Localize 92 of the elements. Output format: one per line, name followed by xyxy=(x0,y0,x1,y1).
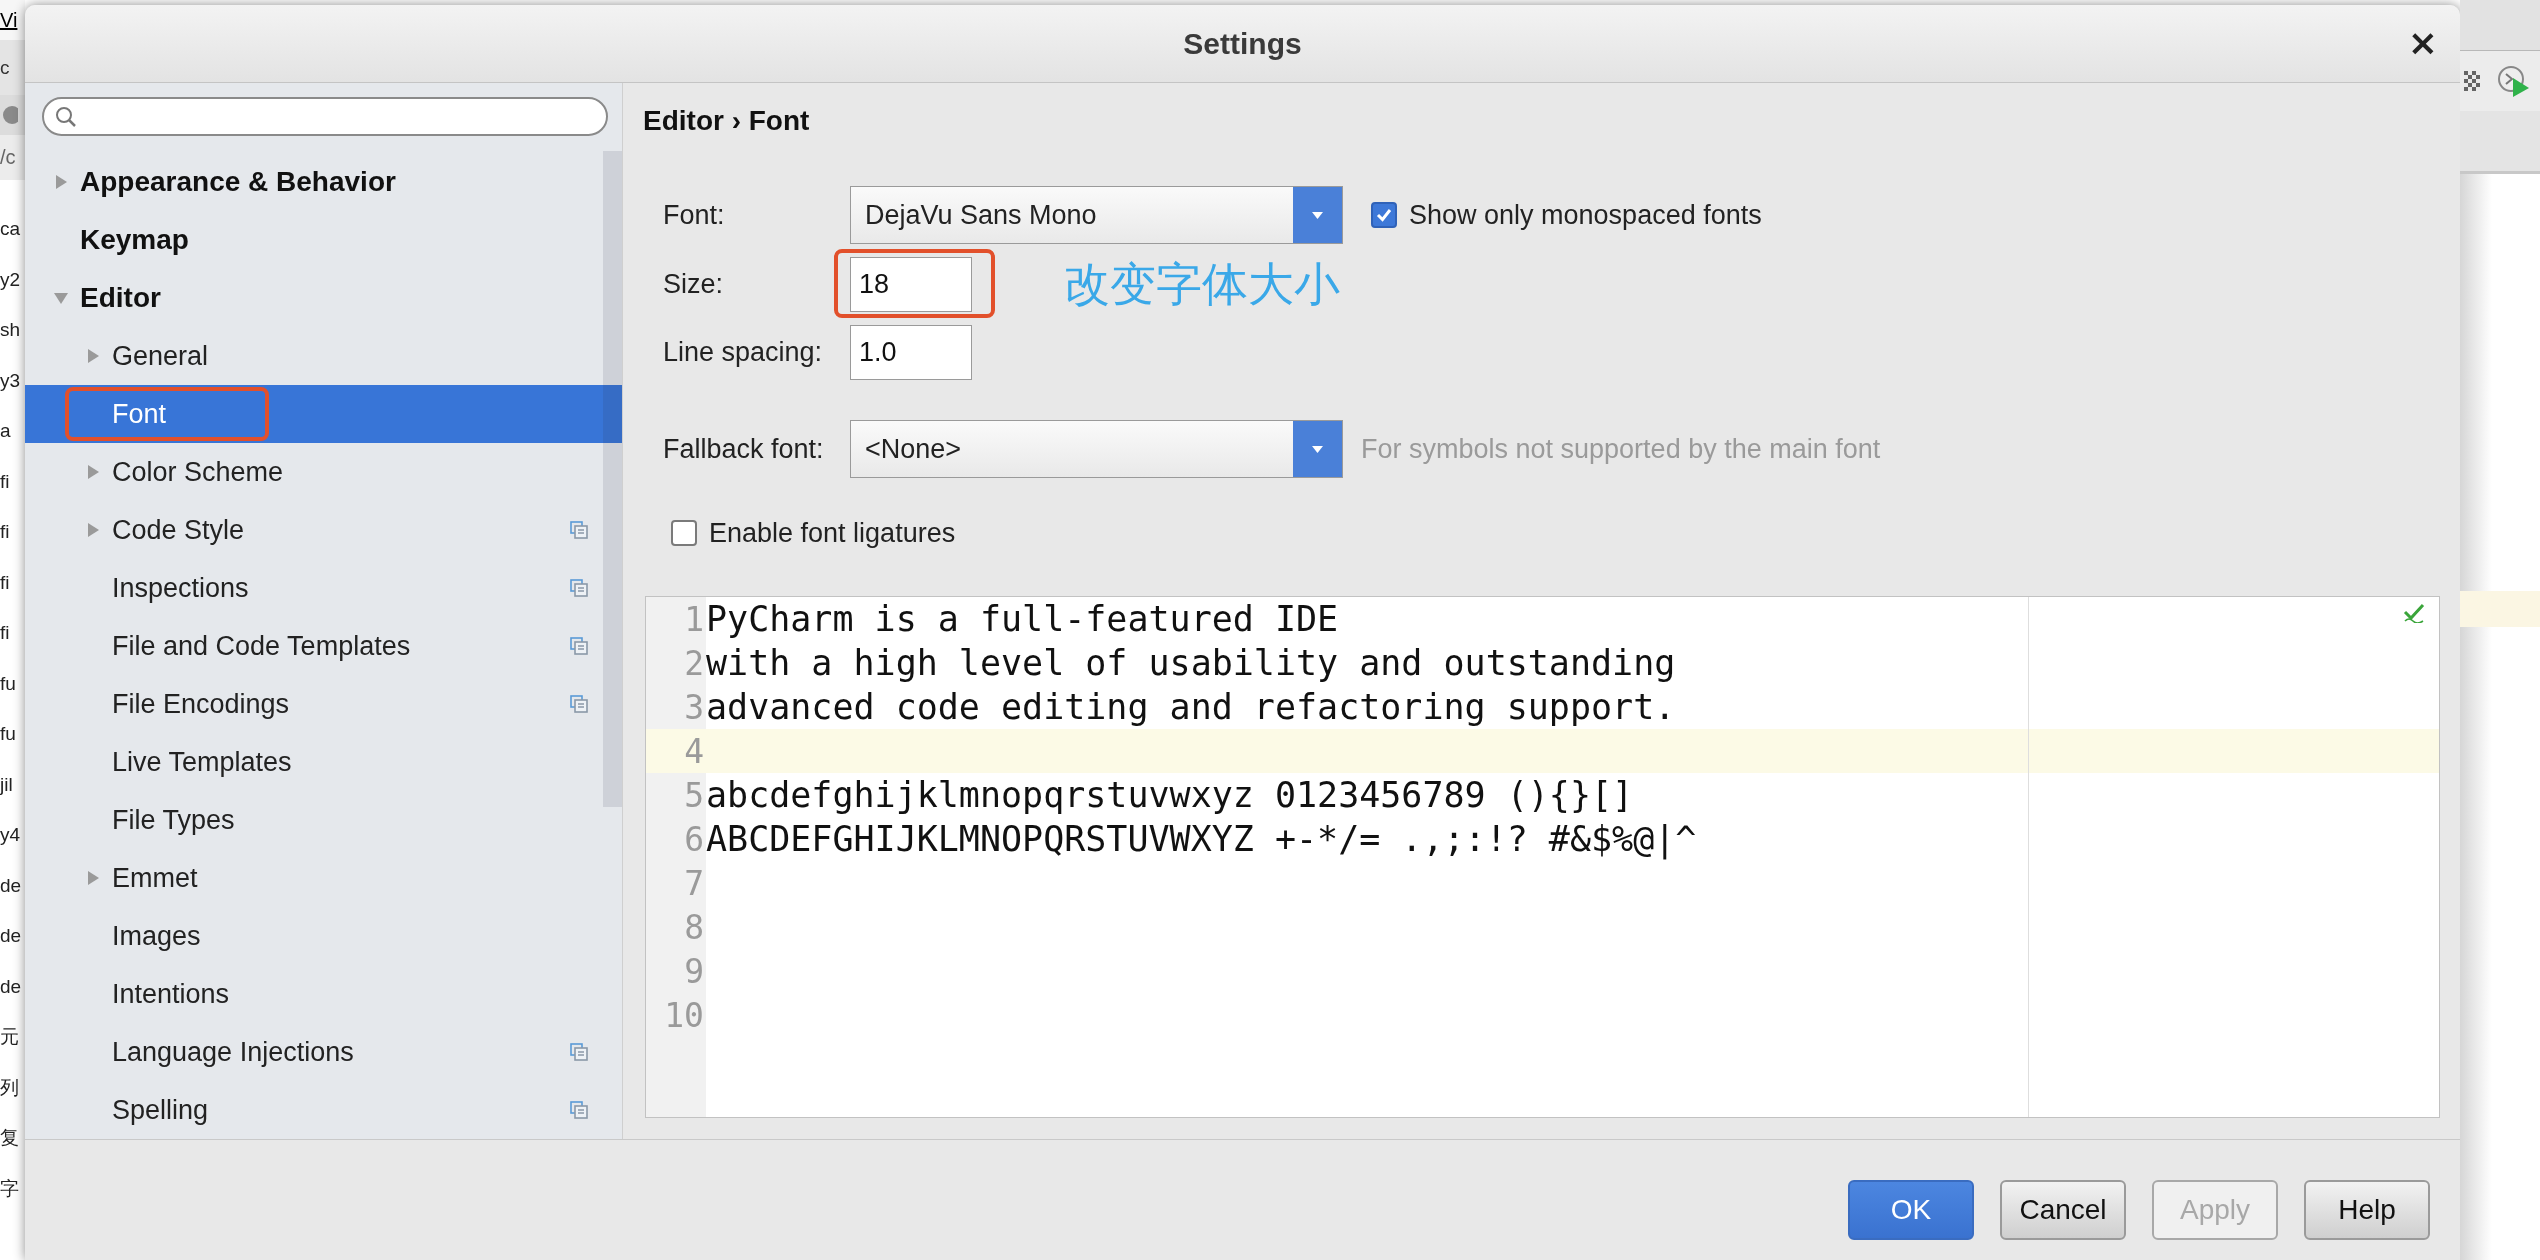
settings-tree-item[interactable]: Color Scheme xyxy=(25,443,622,501)
line-number: 3 xyxy=(683,687,705,727)
code-line: with a high level of usability and outstanding xyxy=(706,643,1676,683)
file-name: 复 xyxy=(0,1126,20,1150)
fallback-font-dropdown[interactable]: <None> xyxy=(850,420,1343,478)
settings-tree-item[interactable]: Inspections xyxy=(25,559,622,617)
line-number: 4 xyxy=(683,731,705,771)
copy-icon xyxy=(570,695,588,713)
search-icon xyxy=(54,104,78,129)
settings-tree-item[interactable]: Live Templates xyxy=(25,733,622,791)
line-number: 2 xyxy=(683,643,705,683)
collapsed-arrow-icon[interactable] xyxy=(85,464,101,480)
file-name: sh xyxy=(0,318,22,342)
file-name: fi xyxy=(0,520,11,544)
settings-tree-item[interactable]: Appearance & Behavior xyxy=(25,153,622,211)
dialog-button[interactable]: Cancel xyxy=(2000,1180,2126,1240)
settings-tree-item[interactable]: Language Injections xyxy=(25,1023,622,1081)
file-name: fi xyxy=(0,469,11,494)
file-name: y4 xyxy=(0,823,22,847)
expanded-arrow-icon[interactable] xyxy=(53,290,69,306)
code-line: advanced code editing and refactoring support. xyxy=(706,687,1676,727)
annotation-text: 改变字体大小 xyxy=(1064,256,1340,312)
settings-tree-item[interactable]: File Types xyxy=(25,791,622,849)
settings-tree-item[interactable]: General xyxy=(25,327,622,385)
checkbox-box[interactable] xyxy=(671,520,697,546)
checkbox[interactable]: Enable font ligatures xyxy=(671,517,956,549)
line-number: 5 xyxy=(683,775,705,815)
code-line: abcdefghijklmnopqrstuvwxyz 0123456789 (){}[] xyxy=(706,775,1634,815)
collapsed-arrow-icon[interactable] xyxy=(85,870,101,886)
file-name: jil xyxy=(0,772,14,797)
checkbox-box[interactable] xyxy=(1371,202,1397,228)
field-label: Fallback font: xyxy=(663,433,825,465)
line-number: 1 xyxy=(683,599,705,639)
settings-tree-item[interactable]: File Encodings xyxy=(25,675,622,733)
file-name: 元 xyxy=(0,1025,20,1049)
file-name: fu xyxy=(0,671,17,696)
file-name: y2 xyxy=(0,267,22,292)
dialog-button[interactable]: OK xyxy=(1848,1180,1974,1240)
line-spacing-field[interactable]: 1.0 xyxy=(850,325,972,380)
breadcrumb: Editor › Font xyxy=(643,105,811,137)
collapsed-arrow-icon[interactable] xyxy=(85,522,101,538)
settings-tree-item[interactable]: Code Style xyxy=(25,501,622,559)
settings-tree-item[interactable]: Editor xyxy=(25,269,622,327)
file-name: y3 xyxy=(0,368,22,393)
file-name: 列 xyxy=(0,1075,20,1100)
check-icon xyxy=(2403,603,2425,623)
hint-text: For symbols not supported by the main font xyxy=(1361,433,1881,465)
close-button[interactable]: × xyxy=(2403,25,2442,61)
size-field[interactable]: 18 xyxy=(850,257,972,312)
menu-item[interactable]: Vi xyxy=(0,8,18,32)
dialog-button[interactable]: Help xyxy=(2304,1180,2430,1240)
field-label: Line spacing: xyxy=(663,337,824,368)
copy-icon xyxy=(570,521,588,539)
path-text: /c xyxy=(0,146,16,169)
toolbar-text: c xyxy=(0,56,10,79)
settings-tree-item[interactable]: File and Code Templates xyxy=(25,617,622,675)
settings-tree-item[interactable]: Font xyxy=(25,385,622,443)
file-name: fu xyxy=(0,722,17,746)
settings-tree-item[interactable]: Keymap xyxy=(25,211,622,269)
collapsed-arrow-icon[interactable] xyxy=(53,174,69,190)
file-name: fi xyxy=(0,570,11,595)
search-field[interactable] xyxy=(42,97,608,136)
file-name: fi xyxy=(0,621,11,645)
settings-tree-item[interactable]: Spelling xyxy=(25,1081,622,1139)
window-title: Settings xyxy=(1183,26,1302,61)
file-name: de xyxy=(0,873,23,898)
file-name: 字 xyxy=(0,1176,20,1201)
file-name: de xyxy=(0,924,23,948)
field-label: Size: xyxy=(663,269,725,300)
line-number: 9 xyxy=(683,951,705,991)
settings-tree-item[interactable]: Images xyxy=(25,907,622,965)
checkbox[interactable]: Show only monospaced fonts xyxy=(1371,199,1762,231)
line-number: 7 xyxy=(683,863,705,903)
file-name: ca xyxy=(0,217,22,241)
code-line: ABCDEFGHIJKLMNOPQRSTUVWXYZ +-*/= .,;:!? #&$%@|^ xyxy=(706,819,1697,859)
copy-icon xyxy=(570,579,588,597)
collapsed-arrow-icon[interactable] xyxy=(85,348,101,364)
settings-tree-item[interactable]: Emmet xyxy=(25,849,622,907)
settings-tree-item[interactable]: Intentions xyxy=(25,965,622,1023)
copy-icon xyxy=(570,1043,588,1061)
field-label: Font: xyxy=(663,199,726,231)
copy-icon xyxy=(570,1101,588,1119)
line-number: 6 xyxy=(683,819,705,859)
font-dropdown[interactable]: DejaVu Sans Mono xyxy=(850,186,1343,244)
scrollbar[interactable] xyxy=(603,151,622,807)
code-line: PyCharm is a full-featured IDE xyxy=(706,599,1339,639)
file-name: a xyxy=(0,419,12,443)
copy-icon xyxy=(570,637,588,655)
line-number: 8 xyxy=(683,907,705,947)
run-icon[interactable] xyxy=(2496,64,2530,98)
line-number: 10 xyxy=(663,995,705,1035)
file-name: de xyxy=(0,974,23,999)
